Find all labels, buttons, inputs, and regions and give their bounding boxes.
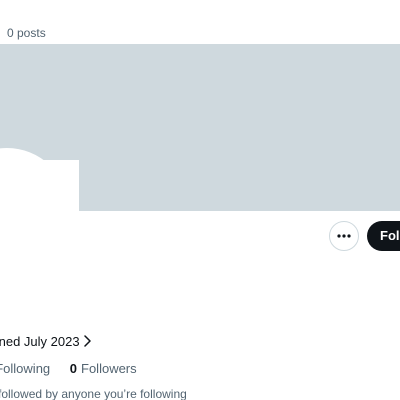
followers-label: Followers [81, 361, 137, 376]
joined-date-text: Joined July 2023 [0, 333, 80, 349]
post-count: 0 posts [7, 26, 46, 40]
followers-link[interactable]: 0 Followers [70, 361, 137, 376]
followers-count: 0 [69, 361, 78, 376]
avatar-overlay [0, 160, 79, 230]
more-horizontal-icon [337, 234, 351, 238]
follow-stats: 0Following 0Followers [0, 361, 137, 376]
chevron-right-icon [83, 335, 91, 347]
follow-button[interactable]: Follow [367, 221, 400, 251]
followed-by-text: Not followed by anyone you’re following [0, 387, 187, 400]
profile-page: 0 posts Follow Joined July 2023 0Followi… [0, 0, 400, 400]
more-options-button[interactable] [329, 221, 359, 251]
joined-date[interactable]: Joined July 2023 [0, 333, 91, 349]
following-label: Following [0, 361, 51, 376]
following-link[interactable]: 0Following [0, 361, 50, 376]
